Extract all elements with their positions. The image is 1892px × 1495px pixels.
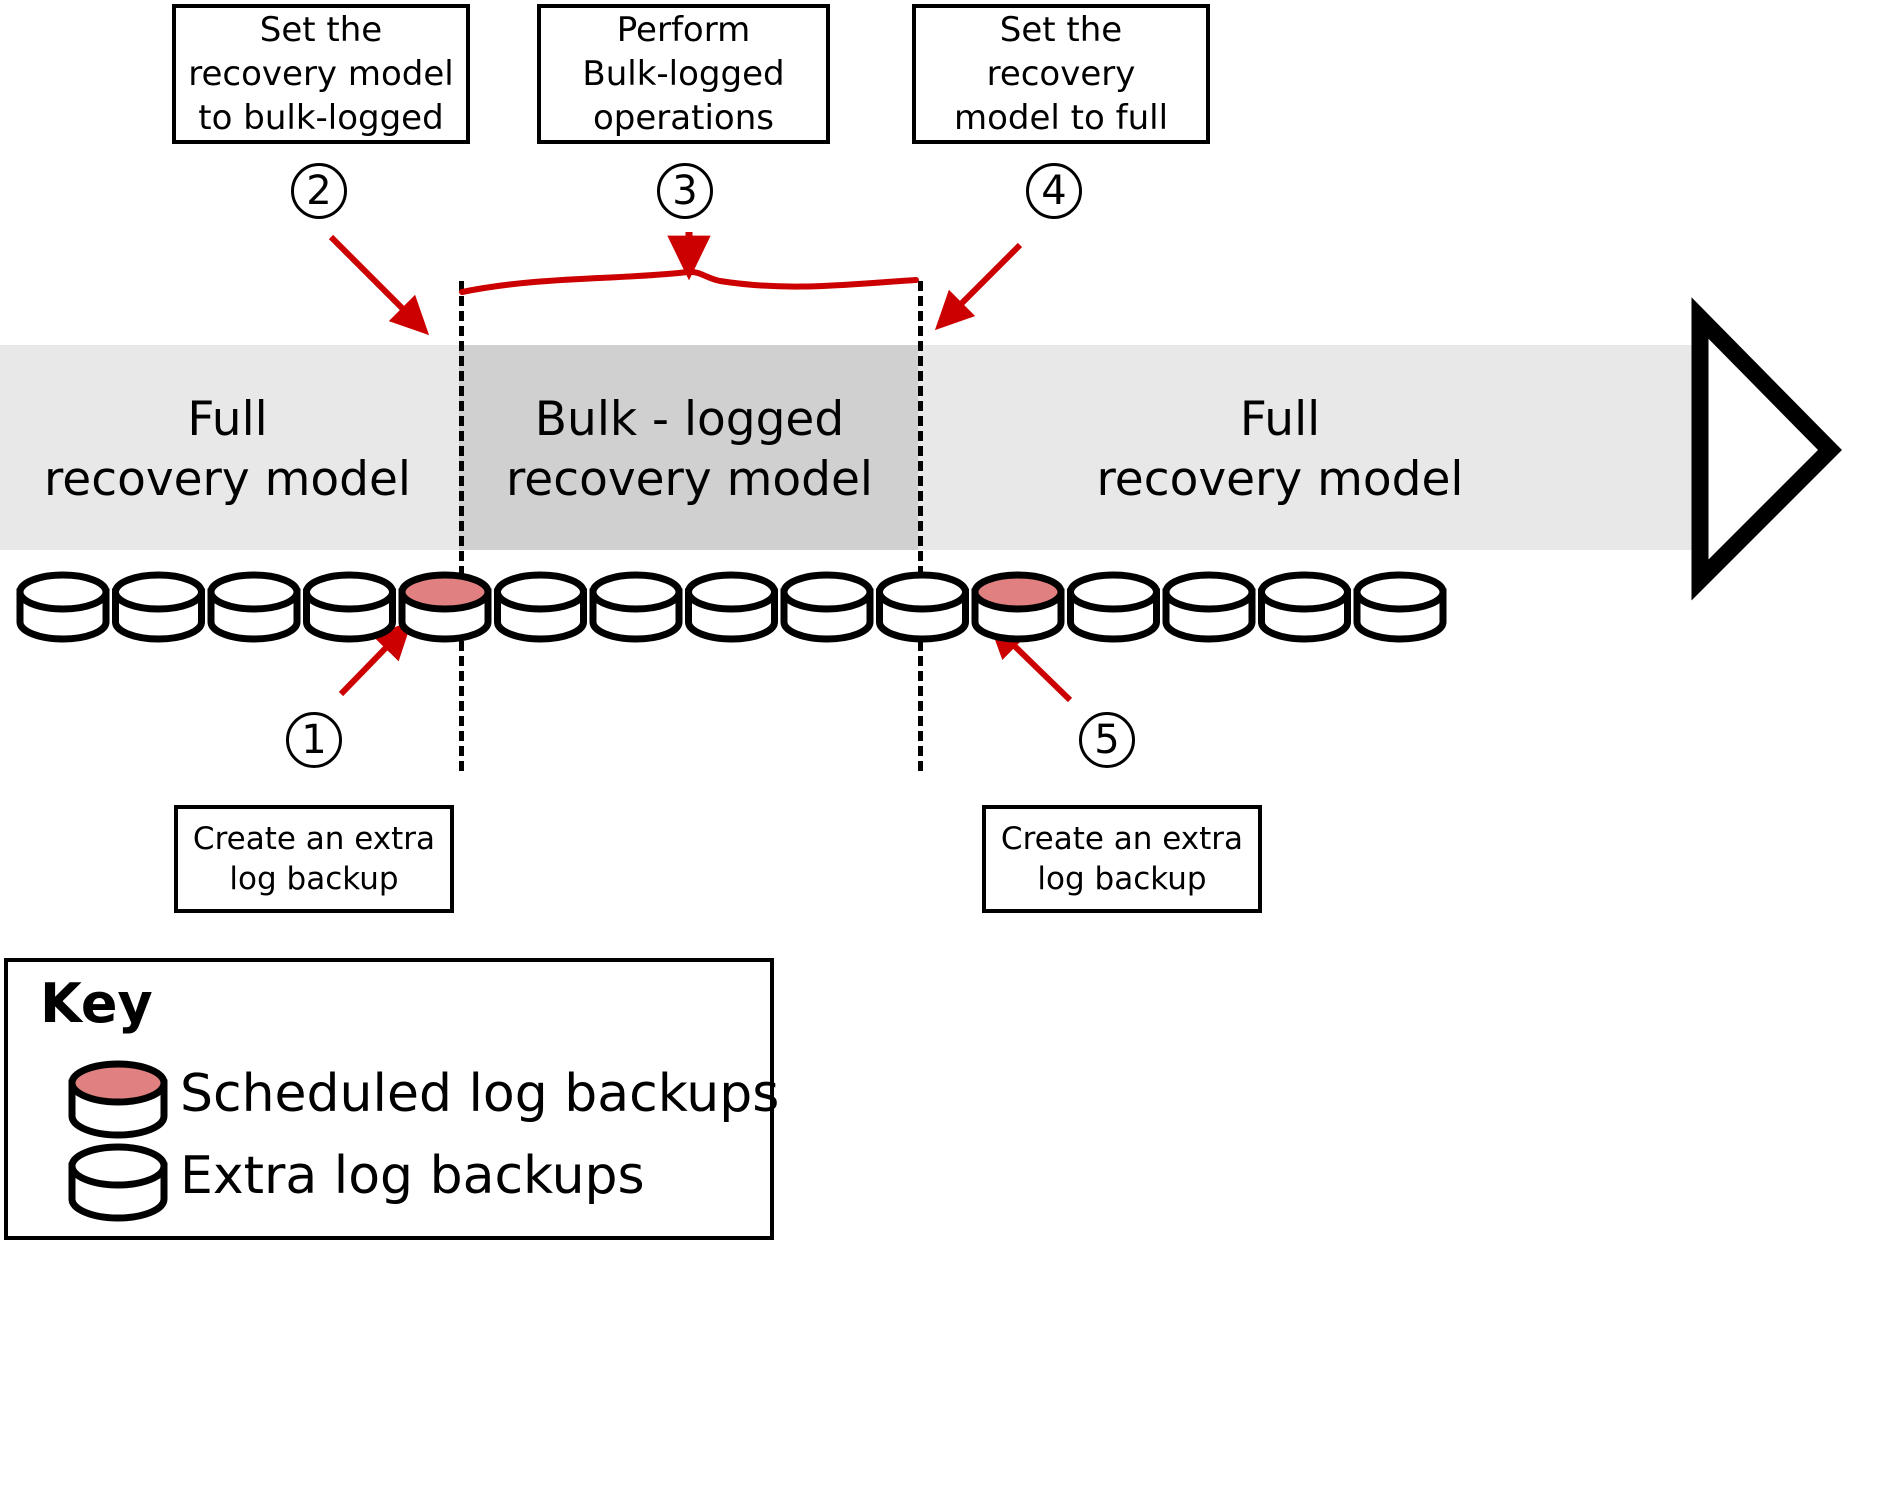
callout-text: Perform Bulk-logged operations — [582, 9, 785, 139]
log-backup-extra — [1258, 571, 1351, 643]
log-backup-extra — [685, 571, 778, 643]
timeline-label-text: Full recovery model — [44, 391, 411, 507]
brace-bulk-logged-span — [459, 268, 919, 295]
callout-text: Set the recovery model to full — [953, 9, 1169, 139]
timeline-label-full-right: Full recovery model — [925, 370, 1635, 530]
log-backup-extra — [494, 571, 587, 643]
step-number-label: 4 — [1041, 168, 1067, 214]
step-number-label: 1 — [301, 717, 327, 763]
log-backup-extra — [112, 571, 205, 643]
key-swatch-layer — [68, 1060, 168, 1222]
arrow-step5 — [987, 619, 1073, 703]
timeline-label-text: Bulk - logged recovery model — [506, 391, 873, 507]
timeline-label-text: Full recovery model — [1096, 391, 1464, 507]
callout-text: Set the recovery model to bulk-logged — [188, 9, 454, 139]
step-number-label: 5 — [1094, 717, 1120, 763]
arrow-step1 — [338, 620, 413, 697]
callout-text: Create an extra log backup — [1000, 820, 1244, 897]
key-item-label-extra: Extra log backups — [180, 1146, 645, 1206]
log-backup-extra — [589, 571, 683, 643]
step-number-5: 5 — [1079, 712, 1135, 768]
step-number-3: 3 — [657, 163, 713, 219]
step-number-label: 3 — [672, 168, 698, 214]
callout-text: Create an extra log backup — [192, 820, 436, 897]
key-title: Key — [40, 972, 153, 1035]
divider-bulk-end — [918, 281, 923, 771]
diagram-canvas: Set the recovery model to bulk-logged Pe… — [0, 0, 1892, 1495]
log-backup-row — [16, 571, 1447, 643]
callout-extra-log-backup-right: Create an extra log backup — [982, 805, 1262, 913]
log-backup-extra — [1353, 571, 1447, 643]
timeline-label-full-left: Full recovery model — [0, 370, 455, 530]
timeline-arrowhead-icon — [1691, 297, 1842, 601]
log-backup-scheduled — [971, 571, 1065, 643]
step-number-1: 1 — [286, 712, 342, 768]
timeline-arrowhead-layer — [1691, 297, 1842, 601]
log-backup-extra — [16, 571, 110, 643]
annotation-arrows-layer — [328, 232, 1073, 703]
divider-bulk-start — [459, 281, 464, 771]
arrow-step2 — [328, 234, 430, 336]
step-number-2: 2 — [291, 163, 347, 219]
arrow-step4 — [934, 242, 1023, 331]
callout-extra-log-backup-left: Create an extra log backup — [174, 805, 454, 913]
log-backup-scheduled — [398, 571, 492, 643]
log-backup-extra — [1067, 571, 1160, 643]
step-number-4: 4 — [1026, 163, 1082, 219]
callout-perform-bulk-ops: Perform Bulk-logged operations — [537, 4, 830, 144]
timeline-label-bulk-logged: Bulk - logged recovery model — [462, 370, 917, 530]
key-item-label-scheduled: Scheduled log backups — [180, 1064, 780, 1124]
callout-set-bulk-logged: Set the recovery model to bulk-logged — [172, 4, 470, 144]
log-backup-extra — [780, 571, 874, 643]
callout-set-full: Set the recovery model to full — [912, 4, 1210, 144]
log-backup-extra — [303, 571, 396, 643]
log-backup-extra — [1162, 571, 1256, 643]
step-number-label: 2 — [306, 168, 332, 214]
log-backup-extra — [207, 571, 301, 643]
